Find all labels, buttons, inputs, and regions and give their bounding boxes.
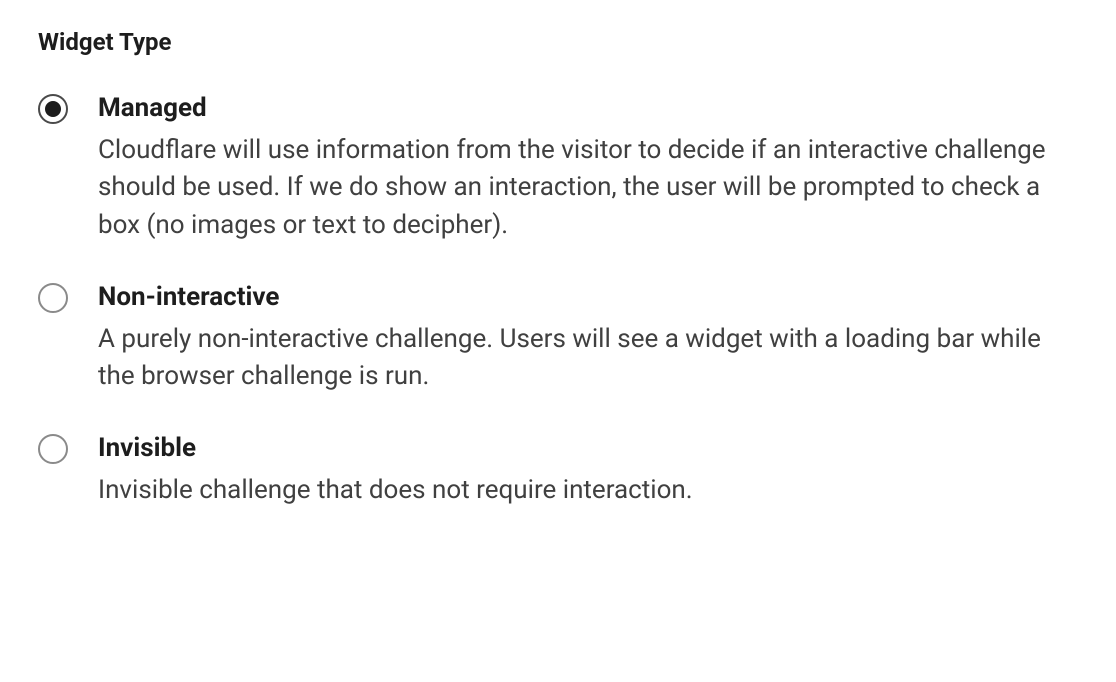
option-label-non-interactive: Non-interactive [98, 281, 1058, 315]
option-description-managed: Cloudflare will use information from the… [98, 132, 1058, 245]
option-description-non-interactive: A purely non-interactive challenge. User… [98, 321, 1058, 396]
option-description-invisible: Invisible challenge that does not requir… [98, 472, 1058, 510]
radio-non-interactive[interactable] [38, 283, 68, 313]
option-invisible[interactable]: Invisible Invisible challenge that does … [38, 432, 1078, 509]
option-body: Non-interactive A purely non-interactive… [98, 281, 1058, 396]
option-label-managed: Managed [98, 92, 1058, 126]
option-body: Managed Cloudflare will use information … [98, 92, 1058, 245]
section-title: Widget Type [38, 28, 1078, 56]
option-body: Invisible Invisible challenge that does … [98, 432, 1058, 509]
radio-managed[interactable] [38, 94, 68, 124]
option-managed[interactable]: Managed Cloudflare will use information … [38, 92, 1078, 245]
radio-invisible[interactable] [38, 434, 68, 464]
option-non-interactive[interactable]: Non-interactive A purely non-interactive… [38, 281, 1078, 396]
option-label-invisible: Invisible [98, 432, 1058, 466]
